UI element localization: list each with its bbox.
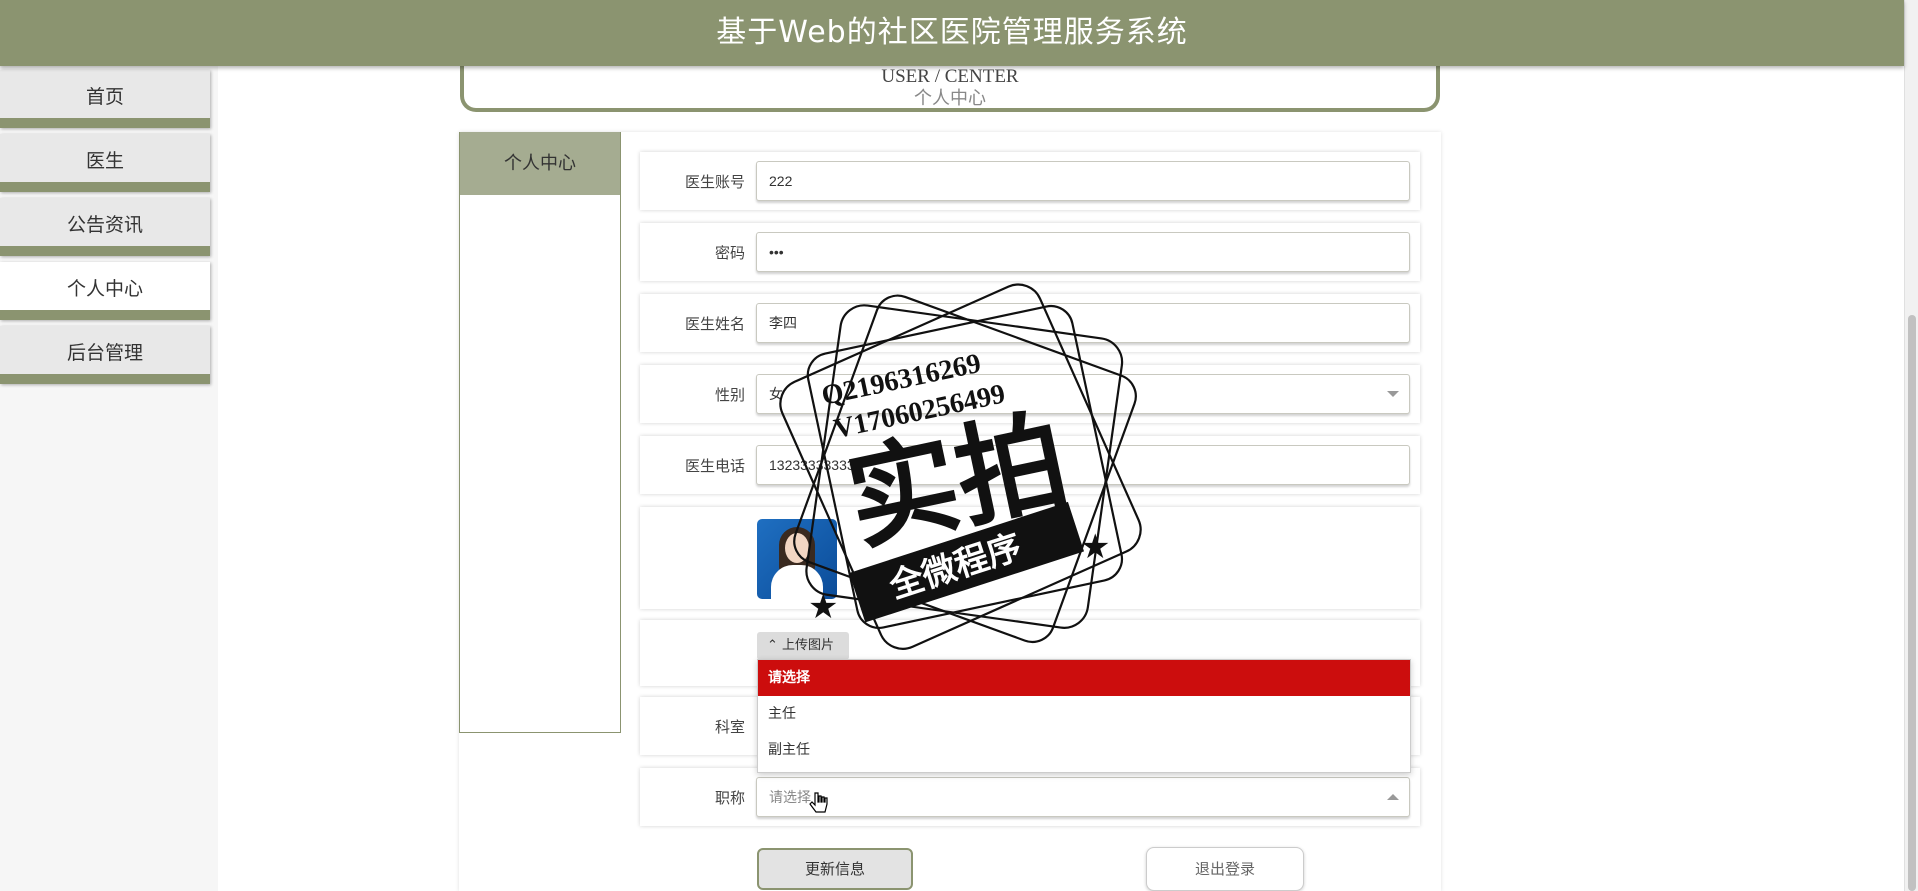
nav-personal-center[interactable]: 个人中心 bbox=[0, 262, 210, 320]
app-header: 基于Web的社区医院管理服务系统 bbox=[0, 0, 1904, 66]
title-placeholder: 请选择 bbox=[769, 789, 811, 805]
gender-select[interactable]: 女 bbox=[756, 374, 1410, 414]
chevron-up-icon bbox=[1387, 794, 1399, 800]
scroll-thumb[interactable] bbox=[1908, 315, 1916, 891]
nav-admin[interactable]: 后台管理 bbox=[0, 326, 210, 384]
gender-value: 女 bbox=[769, 386, 783, 402]
hand-cursor-icon bbox=[809, 792, 828, 813]
phone-input[interactable]: 13233333333 bbox=[756, 445, 1410, 485]
app-title: 基于Web的社区医院管理服务系统 bbox=[716, 15, 1188, 50]
page-title-box: USER / CENTER 个人中心 bbox=[460, 66, 1440, 112]
update-info-button[interactable]: 更新信息 bbox=[757, 848, 913, 890]
dropdown-option[interactable]: 主任 bbox=[758, 696, 1410, 732]
password-input[interactable]: ••• bbox=[756, 232, 1410, 272]
page-scrollbar[interactable] bbox=[1904, 0, 1918, 891]
form-row-title: 职称 请选择 bbox=[640, 768, 1420, 826]
nav-home[interactable]: 首页 bbox=[0, 70, 210, 128]
upload-button[interactable]: ⌃ 上传图片 bbox=[757, 632, 849, 660]
chevron-down-icon bbox=[1387, 391, 1399, 397]
logout-button[interactable]: 退出登录 bbox=[1146, 847, 1304, 891]
nav-doctor[interactable]: 医生 bbox=[0, 134, 210, 192]
page-title-cn: 个人中心 bbox=[914, 88, 986, 108]
account-input[interactable]: 222 bbox=[756, 161, 1410, 201]
upload-label: 上传图片 bbox=[782, 638, 835, 653]
page-title-en: USER / CENTER bbox=[881, 66, 1019, 87]
upload-icon: ⌃ bbox=[767, 638, 783, 653]
department-label: 科室 bbox=[714, 718, 745, 736]
form-row-phone: 医生电话 13233333333 bbox=[640, 436, 1420, 494]
account-label: 医生账号 bbox=[684, 173, 745, 191]
form-row-password: 密码 ••• bbox=[640, 223, 1420, 281]
gender-label: 性别 bbox=[714, 386, 745, 404]
form-row-name: 医生姓名 李四 bbox=[640, 294, 1420, 352]
title-dropdown: 请选择 主任 副主任 bbox=[757, 659, 1411, 773]
name-input[interactable]: 李四 bbox=[756, 303, 1410, 343]
title-label: 职称 bbox=[714, 789, 745, 807]
title-select[interactable]: 请选择 bbox=[756, 777, 1410, 817]
form-row-account: 医生账号 222 bbox=[640, 152, 1420, 210]
doctor-avatar[interactable] bbox=[757, 519, 837, 599]
side-menu-personal-center[interactable]: 个人中心 bbox=[460, 132, 620, 195]
form-row-gender: 性别 女 bbox=[640, 365, 1420, 423]
name-label: 医生姓名 bbox=[684, 315, 745, 333]
password-label: 密码 bbox=[714, 244, 745, 262]
nav-announcements[interactable]: 公告资讯 bbox=[0, 198, 210, 256]
phone-label: 医生电话 bbox=[684, 457, 745, 475]
dropdown-option[interactable]: 请选择 bbox=[758, 660, 1410, 696]
sidebar: 首页 医生 公告资讯 个人中心 后台管理 bbox=[0, 66, 218, 891]
dropdown-option[interactable]: 副主任 bbox=[758, 732, 1410, 768]
side-menu: 个人中心 bbox=[459, 132, 621, 733]
